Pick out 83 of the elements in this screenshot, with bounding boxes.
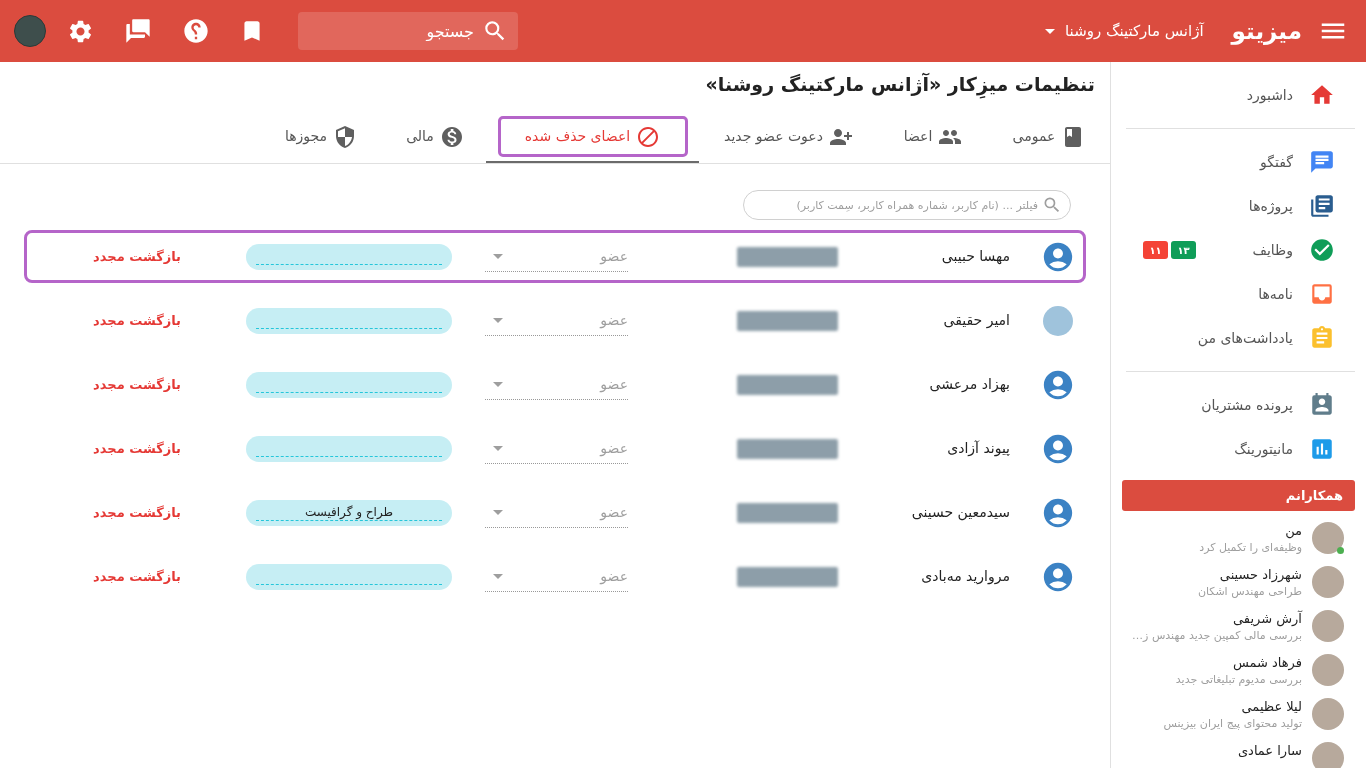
restore-link[interactable]: بازگشت مجدد: [93, 566, 181, 587]
job-title-field[interactable]: طراح و گرافیست: [246, 499, 452, 526]
count-badge: ۱۳: [1171, 241, 1196, 259]
sidebar-item[interactable]: مانیتورینگ: [1111, 427, 1366, 471]
colleague-status: طراحی مهندس اشکان: [1197, 584, 1302, 600]
clipboard-icon: [1309, 325, 1335, 351]
sidebar-item[interactable]: نامه‌ها: [1111, 272, 1366, 316]
restore-link[interactable]: بازگشت مجدد: [93, 310, 181, 331]
search-icon: [1042, 195, 1062, 215]
user-avatar: [1312, 698, 1344, 730]
user-avatar: [1312, 654, 1344, 686]
inbox-icon: [1309, 281, 1335, 307]
colleague-status: تولید محتوای پیج ایران بیزینس: [1163, 716, 1302, 732]
restore-link[interactable]: بازگشت مجدد: [93, 246, 181, 267]
colleague-name: لیلا عظیمی: [1240, 698, 1302, 716]
restore-link[interactable]: بازگشت مجدد: [93, 374, 181, 395]
count-badge: ۱۱: [1143, 241, 1168, 259]
block-icon: [636, 124, 661, 149]
sidebar-item[interactable]: گفتگو: [1111, 140, 1366, 184]
restore-link[interactable]: بازگشت مجدد: [93, 438, 181, 459]
tab[interactable]: اعضای حذف شده: [486, 112, 699, 163]
bar-chart-icon: [1309, 436, 1335, 462]
job-title-field[interactable]: [246, 371, 452, 398]
colleague-name: من: [1284, 522, 1302, 540]
app-logo: میزیتو: [1231, 16, 1302, 47]
caret-down-icon: [493, 317, 503, 323]
member-name: سیدمعین حسینی: [910, 503, 1010, 523]
tab[interactable]: دعوت عضو جدید: [699, 112, 878, 163]
help-icon: [182, 17, 210, 45]
section-header: همکارانم: [1122, 480, 1355, 511]
caret-down-icon: [493, 253, 503, 259]
sidebar-item[interactable]: وظایف ۱۳ ۱۱: [1111, 228, 1366, 272]
user-avatar: [1312, 522, 1344, 554]
filter-field[interactable]: فیلتر ... (نام کاربر، شماره همراه کاربر، سِمت کاربر): [743, 190, 1071, 220]
caret-down-icon: [493, 573, 503, 579]
user-avatar: [1312, 566, 1344, 598]
colleague-status: بررسی مدیوم تبلیغاتی جدید: [1175, 672, 1302, 688]
sidebar-item[interactable]: یادداشت‌های من: [1111, 316, 1366, 360]
caret-down-icon: [1045, 28, 1056, 34]
colleague-item[interactable]: لیلا عظیمی تولید محتوای پیج ایران بیزینس: [1111, 692, 1366, 736]
user-avatar: [1312, 742, 1344, 768]
caret-down-icon: [493, 509, 503, 515]
colleague-name: شهرزاد حسینی: [1218, 566, 1302, 584]
job-title-field[interactable]: [246, 563, 452, 590]
contact-card-icon: [1309, 392, 1335, 418]
member-name: امیر حقیقی: [942, 311, 1010, 331]
workspace-dropdown[interactable]: آژانس مارکتینگ روشنا: [1045, 19, 1204, 43]
member-name: مروارید مه‌بادی: [920, 567, 1010, 587]
sidebar-item[interactable]: داشبورد: [1111, 73, 1366, 117]
sidebar-item[interactable]: پرونده مشتریان: [1111, 383, 1366, 427]
chat-bubbles-icon: [124, 17, 152, 45]
documents-icon: [1309, 193, 1335, 219]
colleague-item[interactable]: آرش شریفی بررسی مالی کمپین جدید مهندس ز…: [1111, 604, 1366, 648]
colleague-item[interactable]: من وظیفه‌ای را تکمیل کرد: [1111, 516, 1366, 560]
dollar-icon: [439, 124, 464, 149]
user-avatar: [1043, 305, 1073, 336]
colleague-item[interactable]: شهرزاد حسینی طراحی مهندس اشکان: [1111, 560, 1366, 604]
colleague-name: آرش شریفی: [1232, 610, 1302, 628]
member-name: مهسا حبیبی: [940, 247, 1010, 267]
sidebar-item[interactable]: پروژه‌ها: [1111, 184, 1366, 228]
member-name: بهزاد مرعشی: [928, 375, 1010, 395]
tab[interactable]: اعضا: [878, 112, 988, 163]
member-name: پیوند آزادی: [946, 439, 1010, 459]
colleague-name: سارا عمادی: [1237, 742, 1302, 760]
job-title-field[interactable]: [246, 307, 452, 334]
user-avatar: [1312, 610, 1344, 642]
page-title: تنظیمات میزِکار «آژانس مارکتینگ روشنا»: [705, 70, 1095, 98]
caret-down-icon: [493, 445, 503, 451]
tab[interactable]: مجوزها: [258, 112, 384, 163]
tab[interactable]: مالی: [384, 112, 486, 163]
tab[interactable]: عمومی: [988, 112, 1110, 163]
colleague-item[interactable]: سارا عمادی: [1111, 736, 1366, 768]
colleague-name: فرهاد شمس: [1231, 654, 1302, 672]
colleague-status: وظیفه‌ای را تکمیل کرد: [1199, 540, 1302, 556]
colleague-item[interactable]: فرهاد شمس بررسی مدیوم تبلیغاتی جدید: [1111, 648, 1366, 692]
search-field[interactable]: جستجو: [298, 12, 518, 50]
job-title-field[interactable]: [246, 243, 452, 270]
colleague-status: بررسی مالی کمپین جدید مهندس ز…: [1132, 628, 1302, 644]
chat-icon: [1309, 149, 1335, 175]
user-avatar[interactable]: [14, 15, 46, 47]
caret-down-icon: [493, 381, 503, 387]
restore-link[interactable]: بازگشت مجدد: [93, 502, 181, 523]
job-title-field[interactable]: [246, 435, 452, 462]
